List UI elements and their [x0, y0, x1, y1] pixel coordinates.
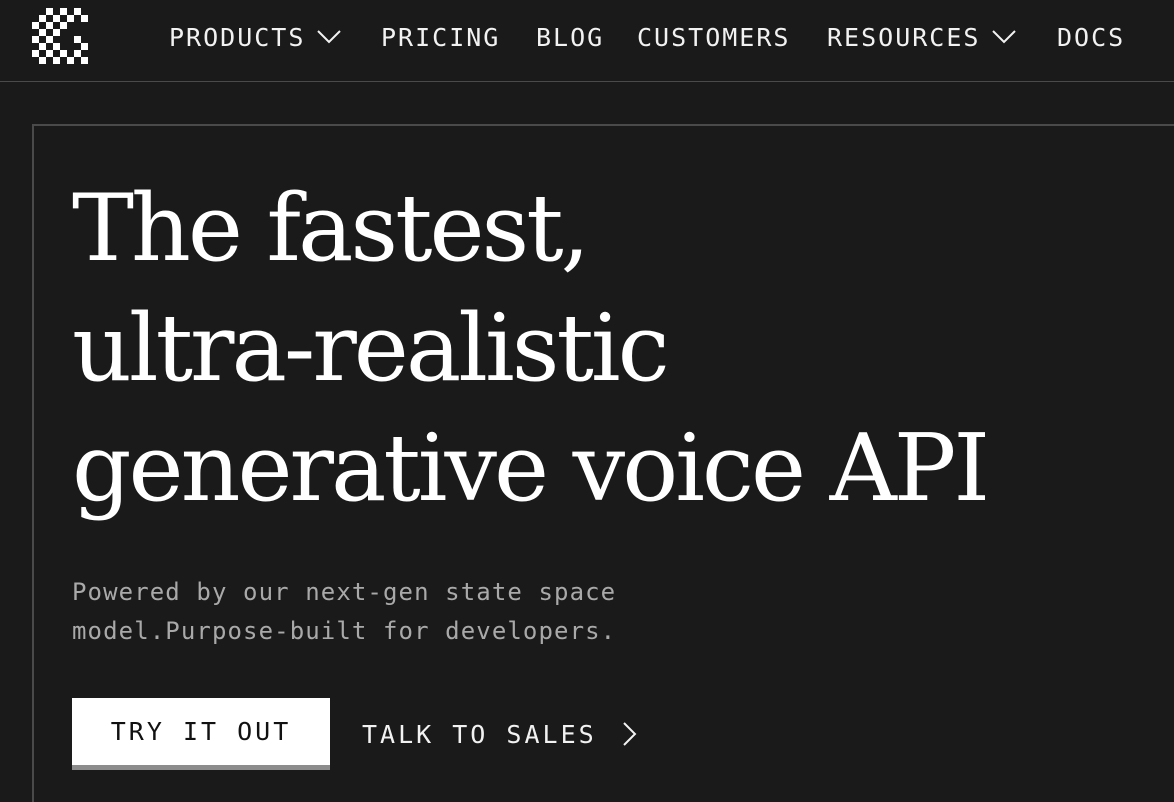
- pixel-checker-logo-icon: [32, 8, 88, 64]
- headline-line: generative voice API: [72, 414, 990, 522]
- nav-item-customers[interactable]: CUSTOMERS: [637, 0, 790, 74]
- nav-item-products[interactable]: PRODUCTS: [169, 0, 342, 74]
- nav-item-resources[interactable]: RESOURCES: [827, 0, 1017, 74]
- hero-headline: The fastest, ultra-realistic generative …: [72, 168, 990, 528]
- try-it-out-button[interactable]: TRY IT OUT: [72, 698, 330, 770]
- chevron-down-icon: [992, 30, 1017, 44]
- nav-item-label: PRICING: [381, 22, 501, 52]
- headline-line: ultra-realistic: [72, 294, 670, 402]
- nav-item-blog[interactable]: BLOG: [536, 0, 604, 74]
- logo-icon[interactable]: [32, 8, 88, 64]
- site-header: PRODUCTS PRICING BLOG CUSTOMERS RESOURCE…: [0, 0, 1174, 82]
- nav-item-label: PRODUCTS: [169, 22, 306, 52]
- nav-item-label: RESOURCES: [827, 22, 981, 52]
- nav-item-label: BLOG: [536, 22, 605, 52]
- chevron-right-icon: [622, 722, 637, 746]
- headline-line: The fastest,: [72, 174, 590, 282]
- chevron-down-icon: [317, 30, 342, 44]
- subtitle-line: model.Purpose-built for developers.: [72, 617, 617, 645]
- hero-subtitle: Powered by our next-gen state space mode…: [72, 573, 616, 651]
- nav-item-pricing[interactable]: PRICING: [381, 0, 500, 74]
- talk-to-sales-label: TALK TO SALES: [362, 719, 597, 749]
- nav-item-label: CUSTOMERS: [637, 22, 791, 52]
- subtitle-line: Powered by our next-gen state space: [72, 578, 617, 606]
- talk-to-sales-link[interactable]: TALK TO SALES: [362, 698, 637, 770]
- nav-item-docs[interactable]: DOCS: [1057, 0, 1125, 74]
- nav-item-label: DOCS: [1057, 22, 1126, 52]
